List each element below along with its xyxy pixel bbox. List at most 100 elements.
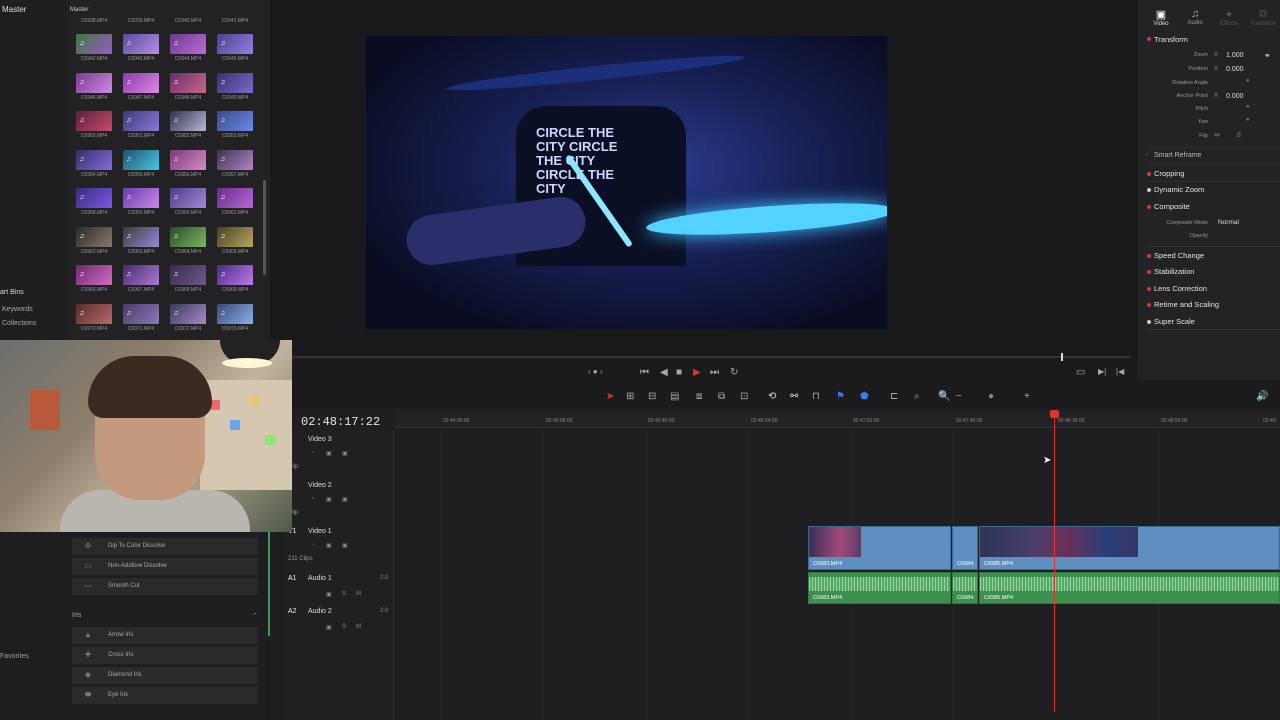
clip-thumbnail[interactable]: ♫ bbox=[170, 188, 206, 208]
iris-category[interactable]: Iris bbox=[72, 612, 81, 619]
super-scale-header[interactable]: Super Scale bbox=[1154, 317, 1195, 326]
clip-thumbnail[interactable]: ♫ bbox=[123, 265, 159, 285]
favorites-label[interactable]: Favorites bbox=[0, 653, 29, 660]
effect-item[interactable]: ⊕ Dip To Color Dissolve bbox=[72, 538, 258, 555]
super-scale-enable[interactable] bbox=[1147, 320, 1151, 324]
clip-thumbnail[interactable]: ♫ bbox=[217, 34, 253, 54]
smart-reframe-header[interactable]: Smart Reframe bbox=[1154, 152, 1201, 159]
effect-item[interactable]: ⬬ Eye Iris bbox=[72, 687, 258, 704]
flip-horizontal-icon[interactable]: ⇹ bbox=[1214, 131, 1220, 139]
clip-thumbnail[interactable]: ♫ bbox=[170, 303, 206, 324]
track-a2-name[interactable]: Audio 2 bbox=[308, 608, 332, 615]
video-clip[interactable]: C6983.MP4 bbox=[808, 526, 951, 570]
anchor-field[interactable]: 0.000 bbox=[1226, 93, 1244, 100]
flip-vertical-icon[interactable]: ⇵ bbox=[1236, 131, 1242, 139]
dynamic-trim-icon[interactable]: ⊟ bbox=[648, 391, 656, 402]
audio-clip[interactable]: C6984. bbox=[952, 572, 978, 604]
cropping-header[interactable]: Cropping bbox=[1154, 169, 1184, 178]
lock-track-icon[interactable]: ▫ bbox=[312, 450, 314, 456]
zoom-out-icon[interactable]: − bbox=[956, 391, 962, 402]
linked-selection-icon[interactable]: ⚯ bbox=[790, 391, 798, 402]
clip-thumbnail[interactable]: ♫ bbox=[217, 111, 253, 131]
stabilization-header[interactable]: Stabilization bbox=[1154, 267, 1194, 276]
jog-control[interactable]: ‹ ● › bbox=[588, 367, 603, 376]
stop-icon[interactable]: ■ bbox=[676, 367, 682, 378]
auto-select-icon[interactable]: ▣ bbox=[326, 450, 332, 457]
zoom-field[interactable]: 1.000 bbox=[1226, 52, 1244, 59]
insert-clip-icon[interactable]: ⧈ bbox=[696, 391, 702, 402]
clip-thumbnail[interactable]: ♫ bbox=[123, 188, 159, 208]
clip-thumbnail[interactable]: ♫ bbox=[76, 265, 112, 285]
effect-item[interactable]: ✚ Cross Iris bbox=[72, 647, 258, 664]
selection-tool-icon[interactable]: ➤ bbox=[606, 391, 614, 402]
lock-icon[interactable]: ⊓ bbox=[812, 391, 820, 402]
mute-button[interactable]: M bbox=[356, 591, 361, 597]
transform-header[interactable]: Transform bbox=[1154, 35, 1188, 44]
bin-keywords[interactable]: Keywords bbox=[2, 306, 33, 313]
retime-header[interactable]: Retime and Scaling bbox=[1154, 300, 1219, 309]
full-extent-zoom-icon[interactable]: ⊏ bbox=[890, 391, 898, 402]
audio-clip[interactable]: C6985.MP4 bbox=[979, 572, 1280, 604]
mute-button[interactable]: M bbox=[356, 624, 361, 630]
rotation-slider[interactable]: ● bbox=[1246, 78, 1250, 84]
custom-zoom-icon[interactable]: 🔍 bbox=[938, 391, 950, 402]
clip-thumbnail[interactable]: ♫ bbox=[76, 226, 112, 247]
lens-correction-header[interactable]: Lens Correction bbox=[1154, 284, 1207, 293]
clip-thumbnail[interactable]: ♫ bbox=[217, 188, 253, 208]
speed-change-header[interactable]: Speed Change bbox=[1154, 251, 1204, 260]
clip-thumbnail[interactable]: ♫ bbox=[123, 303, 159, 324]
clip-thumbnail[interactable]: ♫ bbox=[123, 226, 159, 247]
track-a1-name[interactable]: Audio 1 bbox=[308, 575, 332, 582]
track-a1-id[interactable]: A1 bbox=[288, 575, 297, 582]
timeline-timecode[interactable]: 02:48:17:22 bbox=[301, 415, 380, 429]
disable-track-icon[interactable]: ▣ bbox=[342, 450, 348, 457]
viewer-scrubber[interactable] bbox=[270, 353, 1130, 361]
trim-tool-icon[interactable]: ⊞ bbox=[626, 391, 634, 402]
tab-video[interactable]: ▣ Video bbox=[1146, 8, 1176, 27]
lens-correction-enable[interactable] bbox=[1147, 287, 1151, 291]
link-icon[interactable]: ⚭ bbox=[1264, 51, 1271, 60]
clip-thumbnail[interactable]: ♫ bbox=[123, 149, 159, 170]
go-to-start-icon[interactable]: ⏮ bbox=[640, 367, 649, 378]
media-pool-scrollbar[interactable] bbox=[263, 180, 266, 275]
video-clip[interactable]: C6985.MP4 bbox=[979, 526, 1280, 570]
clip-thumbnail[interactable]: ♫ bbox=[217, 149, 253, 170]
effect-item[interactable]: 〰 Smooth Cut bbox=[72, 578, 258, 595]
video-clip[interactable]: C6984. bbox=[952, 526, 978, 570]
clip-thumbnail[interactable]: ♫ bbox=[76, 72, 112, 93]
transform-enable[interactable] bbox=[1147, 37, 1151, 41]
effect-item[interactable]: ▭ Non-Additive Dissolve bbox=[72, 558, 258, 575]
volume-icon[interactable]: 🔊 bbox=[1256, 391, 1268, 402]
timeline-ruler[interactable]: 02:44:30:00 02:45:08:00 02:45:46:00 02:4… bbox=[395, 412, 1280, 428]
bin-master[interactable]: Master bbox=[2, 5, 26, 14]
clip-thumbnail[interactable]: ♫ bbox=[170, 265, 206, 285]
lock-track-icon[interactable]: ▫ bbox=[312, 542, 314, 548]
clip-thumbnail[interactable]: ♫ bbox=[76, 303, 112, 324]
clip-thumbnail[interactable]: ♫ bbox=[170, 149, 206, 170]
clip-thumbnail[interactable]: ♫ bbox=[123, 111, 159, 131]
clip-thumbnail[interactable]: ♫ bbox=[76, 111, 112, 131]
clip-thumbnail[interactable]: ♫ bbox=[123, 72, 159, 93]
auto-select-icon[interactable]: ▣ bbox=[326, 591, 332, 598]
audio-clip[interactable]: C6983.MP4 bbox=[808, 572, 951, 604]
speed-change-enable[interactable] bbox=[1147, 254, 1151, 258]
clip-thumbnail[interactable]: ♫ bbox=[76, 34, 112, 54]
dynamic-zoom-enable[interactable] bbox=[1147, 188, 1151, 192]
position-field[interactable]: 0.000 bbox=[1226, 66, 1244, 73]
last-frame-icon[interactable]: |◀ bbox=[1116, 367, 1124, 376]
clip-thumbnail[interactable]: ♫ bbox=[217, 226, 253, 247]
yaw-slider[interactable]: ● bbox=[1246, 117, 1250, 123]
replace-clip-icon[interactable]: ⊡ bbox=[740, 391, 748, 402]
disable-track-icon[interactable]: ▣ bbox=[342, 542, 348, 549]
disable-track-icon[interactable]: ▣ bbox=[342, 496, 348, 503]
marker-icon[interactable]: ⬟ bbox=[860, 391, 869, 402]
stabilization-enable[interactable] bbox=[1147, 270, 1151, 274]
play-icon[interactable]: ▶ bbox=[693, 367, 701, 378]
composite-header[interactable]: Composite bbox=[1154, 202, 1190, 211]
solo-button[interactable]: S bbox=[342, 591, 346, 597]
viewer-frame[interactable]: CIRCLE THE CITY CIRCLE THE CITY CIRCLE T… bbox=[366, 36, 887, 329]
playhead[interactable] bbox=[1050, 410, 1059, 712]
dynamic-zoom-header[interactable]: Dynamic Zoom bbox=[1154, 185, 1204, 194]
auto-select-icon[interactable]: ▣ bbox=[326, 542, 332, 549]
clip-thumbnail[interactable]: ♫ bbox=[217, 72, 253, 93]
